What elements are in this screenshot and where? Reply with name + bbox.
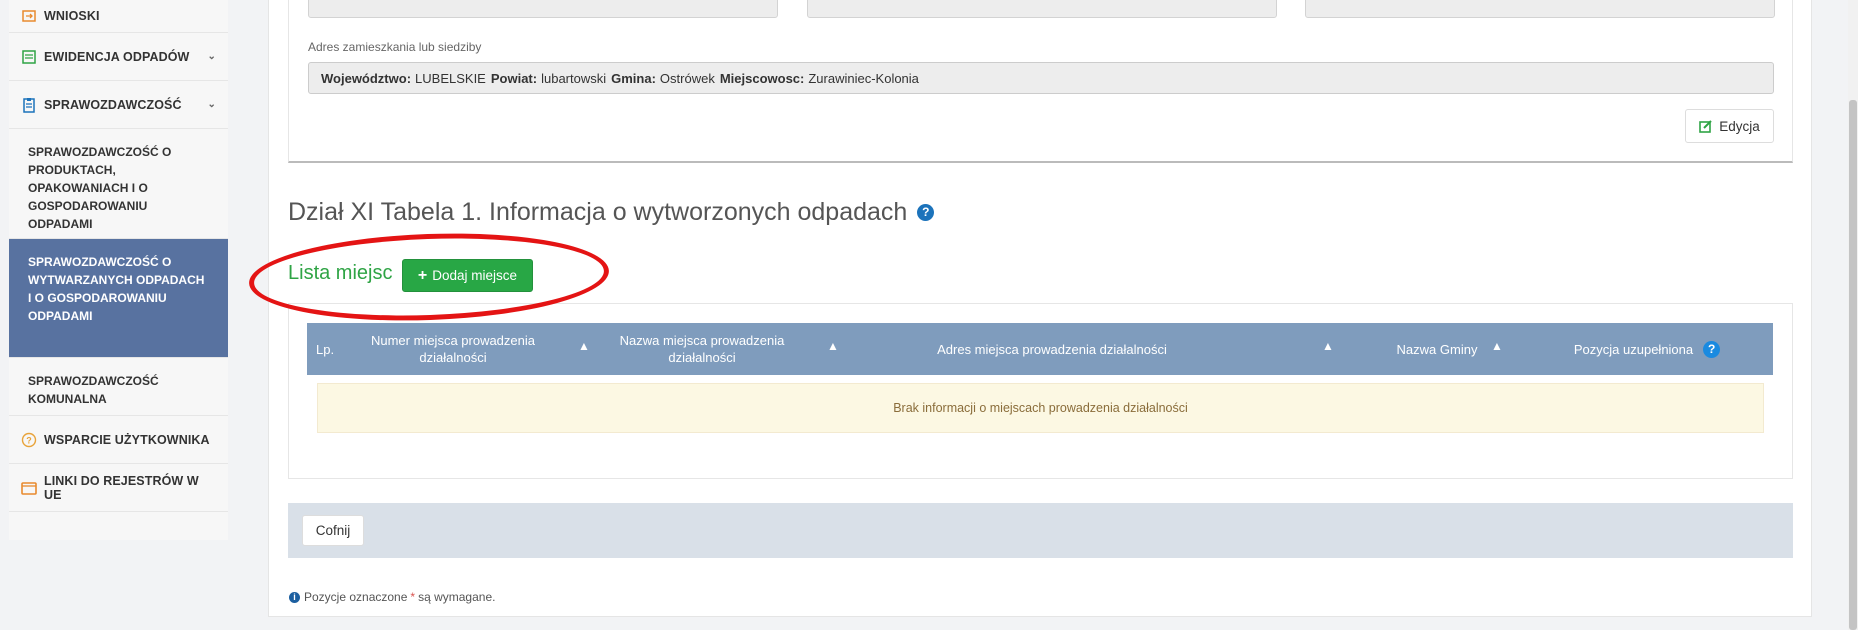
sidebar-item-label: LINKI DO REJESTRÓW W UE: [44, 473, 199, 502]
edit-icon: [1699, 119, 1713, 133]
add-place-button[interactable]: + Dodaj miejsce: [402, 259, 533, 292]
address-label: Adres zamieszkania lub siedziby: [308, 40, 482, 54]
sidebar: WNIOSKI EWIDENCJA ODPADÓW ⌄ SPRAWOZDAWCZ…: [9, 0, 228, 540]
sidebar-subitem-komunalna[interactable]: SPRAWOZDAWCZOŚĆ KOMUNALNA: [9, 358, 228, 416]
sort-icon[interactable]: ▲︎: [578, 339, 590, 353]
section-title: Dział XI Tabela 1. Informacja o wytworzo…: [288, 198, 935, 227]
sidebar-subitem-produkty[interactable]: SPRAWOZDAWCZOŚĆ O PRODUKTACH, OPAKOWANIA…: [9, 129, 228, 239]
column-nazwa[interactable]: Nazwa miejsca prowadzenia działalności: [607, 323, 797, 375]
sidebar-subitem-label: SPRAWOZDAWCZOŚĆ KOMUNALNA: [28, 374, 159, 406]
column-lp: Lp.: [316, 341, 335, 357]
empty-table-message: Brak informacji o miejscach prowadzenia …: [317, 383, 1764, 433]
back-button[interactable]: Cofnij: [302, 515, 364, 546]
add-place-label: Dodaj miejsce: [432, 268, 518, 283]
address-card: Adres zamieszkania lub siedziby Wojewódz…: [288, 0, 1793, 163]
edit-button[interactable]: Edycja: [1685, 109, 1774, 143]
sort-icon[interactable]: ▲︎: [827, 339, 839, 353]
miejscowosc-value: Zurawiniec-Kolonia: [808, 70, 919, 86]
column-numer[interactable]: Numer miejsca prowadzenia działalności: [361, 323, 545, 375]
main-panel: Adres zamieszkania lub siedziby Wojewódz…: [268, 0, 1812, 617]
sidebar-subitem-label: SPRAWOZDAWCZOŚĆ O WYTWARZANYCH ODPADACH …: [28, 255, 205, 323]
sidebar-subitem-label: SPRAWOZDAWCZOŚĆ O PRODUKTACH, OPAKOWANIA…: [28, 145, 172, 231]
scrollbar-thumb[interactable]: [1849, 100, 1857, 630]
help-icon[interactable]: ?: [917, 204, 935, 221]
sidebar-item-label: WNIOSKI: [44, 9, 100, 23]
actions-bar: Cofnij: [288, 503, 1793, 558]
chevron-down-icon: ⌄: [207, 99, 216, 110]
wojewodztwo-key: Województwo:: [321, 70, 412, 86]
list-icon: [21, 49, 37, 65]
readonly-field: [1305, 0, 1775, 18]
edit-label: Edycja: [1719, 118, 1760, 134]
miejscowosc-key: Miejscowosc:: [719, 70, 805, 86]
sidebar-item-ewidencja[interactable]: EWIDENCJA ODPADÓW ⌄: [9, 33, 228, 81]
wojewodztwo-value: LUBELSKIE: [415, 70, 486, 86]
gmina-value: Ostrówek: [659, 70, 715, 86]
clipboard-icon: [21, 97, 37, 113]
section-title-text: Dział XI Tabela 1. Informacja o wytworzo…: [288, 198, 908, 226]
sidebar-item-sprawozdawczosc[interactable]: SPRAWOZDAWCZOŚĆ ⌄: [9, 81, 228, 129]
sort-icon[interactable]: ▲︎: [1491, 339, 1503, 353]
sidebar-item-label: EWIDENCJA ODPADÓW: [44, 49, 190, 64]
chevron-down-icon: ⌄: [207, 51, 216, 62]
places-table-header: Lp. Numer miejsca prowadzenia działalnoś…: [307, 323, 1773, 375]
question-circle-icon: ?: [21, 432, 37, 448]
note-suffix: są wymagane.: [418, 590, 496, 604]
sidebar-item-wnioski[interactable]: WNIOSKI: [9, 0, 228, 33]
scrollbar[interactable]: [1848, 0, 1858, 630]
powiat-key: Powiat:: [490, 70, 538, 86]
sidebar-item-linki[interactable]: LINKI DO REJESTRÓW W UE: [9, 464, 228, 512]
column-adres[interactable]: Adres miejsca prowadzenia działalności: [857, 323, 1247, 375]
column-pozycja-label: Pozycja uzupełniona: [1573, 341, 1694, 357]
help-icon[interactable]: ?: [1703, 340, 1721, 358]
sort-icon[interactable]: ▲︎: [1322, 339, 1334, 353]
svg-text:?: ?: [26, 435, 32, 445]
sidebar-item-wsparcie[interactable]: ? WSPARCIE UŻYTKOWNIKA: [9, 416, 228, 464]
column-pozycja: Pozycja uzupełniona ?: [1547, 323, 1747, 375]
folder-icon: [21, 480, 37, 496]
plus-icon: +: [417, 266, 428, 284]
places-title: Lista miejsc: [288, 262, 393, 284]
required-star: *: [410, 590, 416, 604]
form-icon: [21, 8, 37, 24]
info-icon: i: [289, 591, 300, 603]
sidebar-subitem-wytwarzane[interactable]: SPRAWOZDAWCZOŚĆ O WYTWARZANYCH ODPADACH …: [9, 239, 228, 358]
readonly-field: [308, 0, 778, 18]
gmina-key: Gmina:: [611, 70, 656, 86]
note-prefix: Pozycje oznaczone: [304, 590, 408, 604]
sidebar-item-label: SPRAWOZDAWCZOŚĆ: [44, 97, 182, 112]
powiat-value: lubartowski: [541, 70, 607, 86]
address-field: Województwo: LUBELSKIE Powiat: lubartows…: [308, 62, 1774, 94]
sidebar-item-label: WSPARCIE UŻYTKOWNIKA: [44, 432, 210, 447]
readonly-field: [807, 0, 1277, 18]
required-note: i Pozycje oznaczone * są wymagane.: [289, 590, 495, 604]
